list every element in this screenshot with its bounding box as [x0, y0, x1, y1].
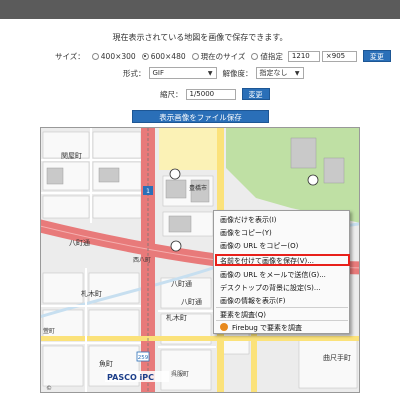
- menu-item-inspect-element[interactable]: 要素を調査(Q): [220, 310, 266, 320]
- size-label: サイズ：: [55, 51, 85, 61]
- place-label: 呉服町: [171, 371, 189, 378]
- format-value: GIF: [152, 69, 165, 77]
- place-label: 八町通: [171, 279, 192, 288]
- route-number: 1: [146, 188, 150, 195]
- chevron-down-icon: ▼: [294, 69, 300, 77]
- resolution-label: 解像度：: [222, 68, 253, 78]
- place-label: 札木町: [166, 313, 187, 322]
- scale-change-button[interactable]: 変更: [241, 88, 270, 100]
- menu-item-copy-image-url[interactable]: 画像の URL をコピー(O): [220, 241, 298, 251]
- menu-item-view-image-info[interactable]: 画像の情報を表示(F): [220, 296, 286, 306]
- yellow-block: [159, 128, 217, 170]
- context-menu: 画像だけを表示(I) 画像をコピー(Y) 画像の URL をコピー(O) 名前を…: [213, 210, 350, 334]
- format-select[interactable]: GIF ▼: [148, 67, 217, 79]
- height-input[interactable]: ×905: [321, 50, 357, 62]
- place-label: 西八町: [133, 257, 151, 264]
- menu-item-email-image[interactable]: 画像の URL をメールで送信(G)...: [220, 270, 326, 280]
- size-option-current: 現在のサイズ: [200, 51, 246, 61]
- size-option-400x300: 400×300: [100, 51, 136, 61]
- resolution-value: 指定なし: [259, 69, 288, 77]
- save-notice: 現在表示されている地図を画像で保存できます。: [112, 33, 288, 42]
- scale-label: 縮尺：: [160, 89, 183, 99]
- place-label: 豊橋市: [189, 184, 207, 192]
- save-image-button[interactable]: 表示画像をファイル保存: [132, 110, 269, 123]
- menu-separator: [216, 320, 348, 321]
- pasco-logo: PASCO iPC: [107, 373, 154, 382]
- place-label: 札木町: [81, 289, 102, 298]
- place-label: 曲尺手町: [323, 353, 351, 362]
- scale-input[interactable]: 1/5000: [185, 88, 236, 100]
- size-row: サイズ： 400×300 600×480 現在のサイズ 値指定 1210 ×90…: [55, 50, 391, 62]
- place-label: 八町通: [69, 238, 90, 247]
- menu-item-save-image-as[interactable]: 名前を付けて画像を保存(V)...: [220, 256, 314, 266]
- scale-row: 縮尺： 1/5000 変更: [160, 88, 270, 100]
- firebug-icon: [220, 323, 228, 331]
- width-input[interactable]: 1210: [287, 50, 320, 62]
- menu-item-view-image[interactable]: 画像だけを表示(I): [220, 215, 277, 225]
- size-option-600x480: 600×480: [150, 51, 186, 61]
- menu-item-firebug-inspect[interactable]: Firebug で要素を調査: [232, 323, 302, 333]
- format-label: 形式：: [123, 68, 146, 78]
- menu-separator: [216, 307, 348, 308]
- size-radio-400x300[interactable]: [91, 52, 99, 60]
- place-label: 八町通: [181, 297, 202, 306]
- menu-item-copy-image[interactable]: 画像をコピー(Y): [220, 228, 272, 238]
- chevron-down-icon: ▼: [207, 69, 213, 77]
- format-row: 形式： GIF ▼ 解像度： 指定なし ▼: [123, 67, 304, 79]
- size-radio-600x480[interactable]: [141, 52, 149, 60]
- menu-item-set-desktop-background[interactable]: デスクトップの背景に設定(S)...: [220, 283, 321, 293]
- copyright: ©: [46, 385, 52, 392]
- place-label: 関屋町: [61, 152, 82, 160]
- resolution-select[interactable]: 指定なし ▼: [255, 67, 304, 79]
- size-change-button[interactable]: 変更: [362, 50, 391, 62]
- place-label: 魚町: [99, 359, 113, 368]
- place-label: 萱町: [43, 327, 55, 335]
- size-option-custom: 値指定: [260, 51, 283, 61]
- top-bar: [0, 0, 400, 19]
- size-radio-custom[interactable]: [251, 52, 259, 60]
- route-number: 259: [138, 355, 149, 361]
- size-radio-current[interactable]: [191, 52, 199, 60]
